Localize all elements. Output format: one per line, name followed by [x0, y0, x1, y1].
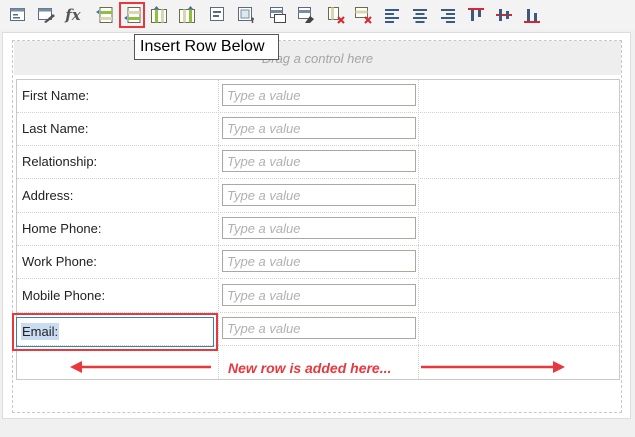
form-edit-icon[interactable]: [36, 5, 56, 25]
form-row-home-phone: Home Phone:: [17, 213, 619, 246]
email-label: Email:: [21, 323, 60, 340]
add-panel-icon[interactable]: [236, 5, 256, 25]
last-name-label: Last Name:: [22, 121, 89, 136]
relationship-label: Relationship:: [22, 154, 98, 169]
new-row-annotation: New row is added here...: [228, 360, 392, 376]
mobile-phone-label: Mobile Phone:: [22, 288, 106, 303]
work-phone-label: Work Phone:: [22, 254, 97, 269]
mobile-phone-input[interactable]: [222, 284, 416, 306]
home-phone-input[interactable]: [222, 217, 416, 239]
delete-row-icon[interactable]: [353, 5, 373, 25]
right-arrow-icon: [421, 361, 565, 373]
insert-column-left-icon[interactable]: [149, 5, 169, 25]
erase-row-icon[interactable]: [296, 5, 316, 25]
email-input[interactable]: [222, 317, 416, 339]
left-arrow-icon: [70, 361, 211, 373]
first-name-input[interactable]: [222, 84, 416, 106]
add-control-icon[interactable]: [208, 5, 228, 25]
insert-row-below-icon[interactable]: [119, 2, 145, 28]
align-center-icon[interactable]: [410, 5, 430, 25]
selection-border: Email:: [16, 317, 214, 347]
delete-column-icon[interactable]: [326, 5, 346, 25]
align-bottom-icon[interactable]: [522, 5, 542, 25]
form-row-last-name: Last Name:: [17, 113, 619, 146]
home-phone-label: Home Phone:: [22, 221, 102, 236]
form-row-address: Address:: [17, 180, 619, 213]
insert-row-below-tooltip: Insert Row Below: [134, 34, 279, 60]
insert-column-right-icon[interactable]: [177, 5, 197, 25]
form-properties-icon[interactable]: [8, 5, 28, 25]
designer-toolbar: fx: [0, 0, 635, 30]
address-label: Address:: [22, 188, 74, 203]
form-row-mobile-phone: Mobile Phone:: [17, 280, 619, 313]
last-name-input[interactable]: [222, 117, 416, 139]
align-left-icon[interactable]: [382, 5, 402, 25]
form-row-first-name: First Name:: [17, 80, 619, 113]
address-input[interactable]: [222, 184, 416, 206]
align-right-icon[interactable]: [438, 5, 458, 25]
form-row-relationship: Relationship:: [17, 146, 619, 179]
insert-row-above-icon[interactable]: [94, 5, 114, 25]
relationship-input[interactable]: [222, 150, 416, 172]
formula-icon[interactable]: fx: [63, 5, 83, 25]
control-drop-zone[interactable]: Drag a control here: [14, 41, 621, 75]
email-cell-selected[interactable]: Email:: [12, 313, 218, 351]
form-row-work-phone: Work Phone:: [17, 246, 619, 279]
align-top-icon[interactable]: [466, 5, 486, 25]
align-middle-icon[interactable]: [494, 5, 514, 25]
work-phone-input[interactable]: [222, 250, 416, 272]
first-name-label: First Name:: [22, 88, 90, 103]
copy-row-icon[interactable]: [268, 5, 288, 25]
